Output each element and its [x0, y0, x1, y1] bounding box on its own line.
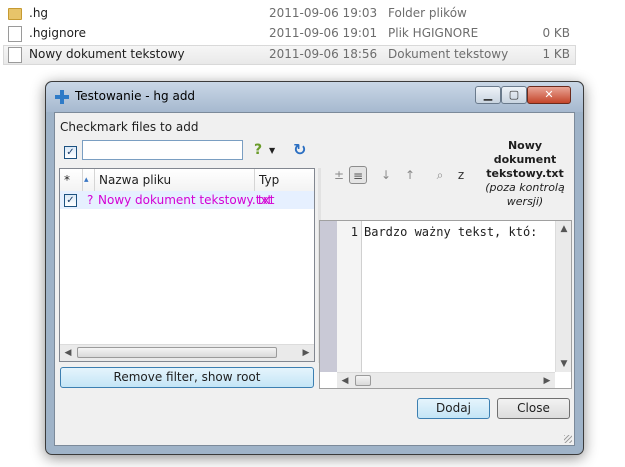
- text-preview: 1 Bardzo ważny tekst, któ: ▲ ▼ ◀ ▶: [319, 220, 572, 389]
- file-status: ?: [87, 193, 94, 207]
- maximize-button[interactable]: ▢: [501, 86, 527, 104]
- dialog-title: Testowanie - hg add: [75, 89, 196, 103]
- scroll-down-arrow[interactable]: ▼: [556, 356, 572, 372]
- refresh-icon[interactable]: ↻: [293, 140, 306, 159]
- file-type: Dokument tekstowy: [388, 47, 509, 61]
- scroll-right-arrow[interactable]: ▶: [298, 345, 314, 361]
- file-size: 0 KB: [542, 26, 570, 40]
- diff-view-icon[interactable]: ≡: [349, 166, 367, 184]
- add-button[interactable]: Dodaj: [417, 398, 490, 419]
- remove-filter-button[interactable]: Remove filter, show root: [60, 367, 314, 388]
- file-row-nowy-dokument[interactable]: Nowy dokument tekstowy 2011-09-06 18:56 …: [3, 45, 576, 65]
- status-filter-icon[interactable]: ?: [254, 142, 262, 158]
- scroll-left-arrow[interactable]: ◀: [337, 373, 353, 389]
- column-type[interactable]: Typ: [255, 169, 314, 191]
- file-name: .hg: [29, 6, 49, 20]
- file-name: Nowy dokument tekstowy.txt: [98, 193, 273, 207]
- resize-grip[interactable]: [564, 435, 572, 443]
- column-filename[interactable]: Nazwa pliku: [95, 169, 255, 191]
- file-type: Plik HGIGNORE: [388, 26, 479, 40]
- file-type: Folder plików: [388, 6, 467, 20]
- scroll-up-arrow[interactable]: ▲: [556, 221, 572, 237]
- file-row-checkbox[interactable]: ✓: [64, 194, 77, 207]
- scroll-right-arrow[interactable]: ▶: [539, 373, 555, 389]
- preview-margin: [320, 221, 337, 372]
- document-icon: [8, 26, 22, 42]
- file-date: 2011-09-06 19:03: [269, 6, 378, 20]
- preview-vscrollbar[interactable]: ▲ ▼: [555, 221, 571, 372]
- hg-add-dialog: Testowanie - hg add ▁ ▢ ✕ Checkmark file…: [45, 81, 584, 455]
- context-icon[interactable]: ±: [330, 166, 348, 184]
- scroll-left-arrow[interactable]: ◀: [60, 345, 76, 361]
- scroll-thumb[interactable]: [77, 347, 277, 358]
- checkmark-label: Checkmark files to add: [60, 120, 199, 134]
- preview-header: Nowy dokument tekstowy.txt (poza kontrol…: [475, 139, 575, 209]
- preview-filename: Nowy dokument tekstowy.txt: [486, 139, 564, 180]
- preview-line-text[interactable]: Bardzo ważny tekst, któ:: [364, 225, 550, 239]
- filter-input[interactable]: [82, 140, 243, 160]
- column-sort-toggle[interactable]: ▴: [83, 169, 95, 191]
- file-name: Nowy dokument tekstowy: [29, 47, 185, 61]
- dialog-client-area: Checkmark files to add ✓ ? ▼ ↻ * ▴ Nazwa…: [54, 112, 575, 446]
- file-size: 1 KB: [542, 47, 570, 61]
- annotate-icon[interactable]: z: [452, 166, 470, 184]
- scroll-thumb[interactable]: [355, 375, 371, 386]
- chevron-down-icon[interactable]: ▼: [269, 146, 275, 155]
- file-row-hgignore[interactable]: .hgignore 2011-09-06 19:01 Plik HGIGNORE…: [3, 24, 576, 44]
- document-icon: [8, 47, 22, 63]
- file-date: 2011-09-06 19:01: [269, 26, 378, 40]
- file-list-hscrollbar[interactable]: ◀ ▶: [60, 344, 314, 361]
- file-list-header: * ▴ Nazwa pliku Typ: [60, 169, 314, 192]
- file-list-row[interactable]: ✓ ? Nowy dokument tekstowy.txt txt: [60, 191, 314, 209]
- close-window-button[interactable]: ✕: [527, 86, 571, 104]
- folder-icon: [8, 8, 22, 20]
- prev-diff-icon[interactable]: ↑: [401, 166, 419, 184]
- line-number-gutter: 1: [337, 221, 362, 372]
- next-diff-icon[interactable]: ↓: [377, 166, 395, 184]
- preview-hscrollbar[interactable]: ◀ ▶: [337, 372, 555, 388]
- file-name: .hgignore: [29, 26, 86, 40]
- file-date: 2011-09-06 18:56: [269, 47, 378, 61]
- find-icon[interactable]: ⌕: [431, 166, 449, 184]
- tortoisehg-plus-icon: [55, 90, 69, 104]
- close-button[interactable]: Close: [497, 398, 570, 419]
- title-bar[interactable]: Testowanie - hg add ▁ ▢ ✕: [46, 82, 583, 112]
- file-type: txt: [258, 193, 275, 207]
- minimize-button[interactable]: ▁: [475, 86, 501, 104]
- file-row-hg[interactable]: .hg 2011-09-06 19:03 Folder plików: [3, 4, 576, 24]
- file-list: * ▴ Nazwa pliku Typ ✓ ? Nowy dokument te…: [59, 168, 315, 362]
- line-number: 1: [350, 225, 358, 239]
- column-status[interactable]: *: [60, 169, 83, 191]
- preview-status-note: (poza kontrolą wersji): [485, 181, 565, 208]
- select-all-checkbox[interactable]: ✓: [64, 146, 77, 159]
